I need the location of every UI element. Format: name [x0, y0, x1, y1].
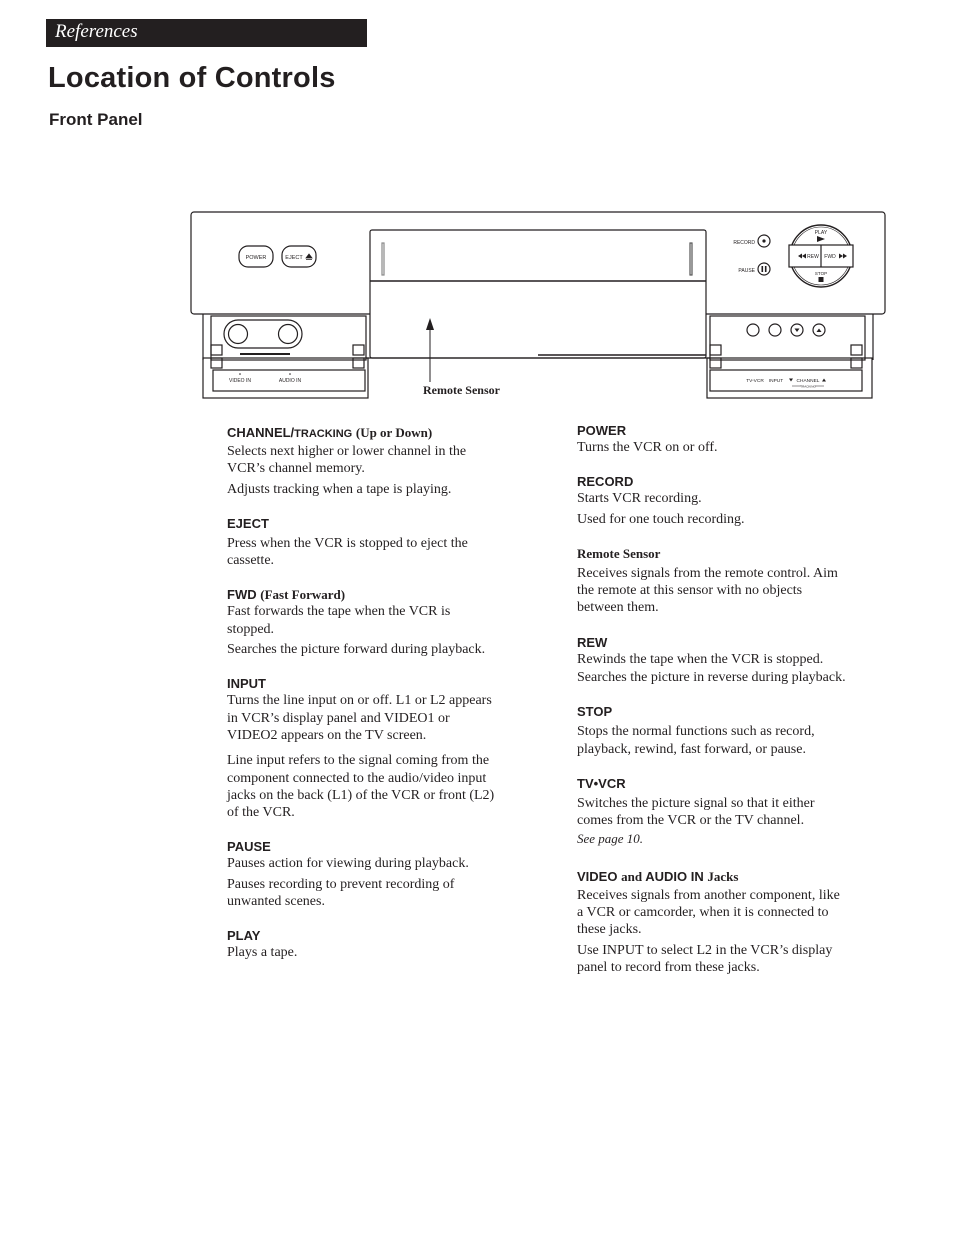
entry-text: Plays a tape. [227, 945, 298, 961]
entry-text: Rewinds the tape when the VCR is stopped… [577, 651, 824, 667]
entry-text: Adjusts tracking when a tape is playing. [227, 481, 452, 497]
entry-text: Use INPUT to select L2 in the VCR’s disp… [577, 942, 833, 976]
left-hinge-a [210, 344, 223, 356]
entry-text: Pauses action for viewing during playbac… [227, 856, 469, 872]
record-button-label: RECORD [733, 240, 755, 246]
entry-text: Switches the picture signal so that it e… [577, 795, 815, 846]
entry-heading: INPUT [227, 676, 266, 692]
entry-heading: Remote Sensor [577, 545, 661, 561]
channel-up-button[interactable] [812, 323, 826, 337]
right-jack-label-panel [709, 369, 863, 392]
entry-heading: EJECT [227, 515, 269, 531]
channel-down-button[interactable] [790, 323, 804, 337]
entry-remote-sensor: Remote Sensor Receives signals from the … [577, 545, 847, 617]
entry-text: Pauses recording to prevent recording of… [227, 876, 455, 910]
remote-sensor-callout: Remote Sensor [423, 383, 500, 397]
entry-play: PLAY Plays a tape. [227, 927, 497, 961]
channel-down-arrow-icon [789, 378, 793, 382]
left-hinge-b [352, 344, 365, 356]
entry-video-audio-in: VIDEO and AUDIO IN Jacks Receives signal… [577, 868, 847, 976]
cassette-door [369, 229, 707, 359]
entry-text: Turns the VCR on or off. [577, 440, 718, 455]
entry-input: INPUT Turns the line input on or off. L1… [227, 675, 497, 821]
record-dot-icon [762, 239, 766, 243]
section-banner: References [46, 19, 367, 47]
entry-pause: PAUSE Pauses action for viewing during p… [227, 838, 497, 910]
entry-text: Receives signals from the remote control… [577, 565, 838, 616]
entry-heading: REW [577, 634, 608, 650]
entry-text: Turns the line input on or off. L1 or L2… [227, 693, 492, 743]
entry-record: RECORD Starts VCR recording. Used for on… [577, 473, 847, 528]
rew-button-label: REW [807, 254, 819, 260]
entry-text: Press when the VCR is stopped to eject t… [227, 535, 468, 569]
right-compartment [709, 315, 866, 361]
entry-heading: VIDEO and AUDIO IN Jacks [577, 868, 739, 884]
entry-heading: PLAY [227, 928, 261, 944]
eject-button-label: EJECT [285, 255, 303, 261]
entry-text: Starts VCR recording. [577, 491, 702, 507]
video-in-label: VIDEO IN [229, 378, 251, 384]
entry-heading: RECORD [577, 474, 634, 490]
entry-fwd: FWD (Fast Forward) Fast forwards the tap… [227, 586, 497, 658]
entry-text: Line input refers to the signal coming f… [227, 753, 495, 821]
tv-vcr-label: TV-VCR [746, 378, 764, 384]
entry-text: Stops the normal functions such as recor… [577, 724, 815, 757]
entry-text: Selects next higher or lower channel in … [227, 444, 467, 477]
eject-button[interactable]: EJECT [281, 245, 317, 268]
section-label: References [55, 21, 138, 42]
entry-text: Receives signals from another component,… [577, 887, 840, 938]
entry-eject: EJECT Press when the VCR is stopped to e… [227, 515, 497, 570]
video-in-jack [227, 323, 249, 345]
right-jack-flap [706, 357, 873, 399]
tracking-label: TRACKING [800, 385, 816, 389]
entry-text: Fast forwards the tape when the VCR is s… [227, 604, 451, 637]
right-hinge-b [850, 344, 863, 356]
play-button-label: PLAY [815, 230, 828, 236]
entry-heading: TV•VCR [577, 775, 626, 791]
channel-label: CHANNEL [797, 378, 820, 384]
tv-vcr-button[interactable] [746, 323, 760, 337]
entry-heading: PAUSE [227, 839, 271, 855]
entry-channel-tracking: CHANNEL/TRACKING (Up or Down) Selects ne… [227, 424, 497, 498]
pause-button-label: PAUSE [738, 268, 755, 274]
page-reference: See page 10. [577, 830, 644, 846]
entry-rew: REW Rewinds the tape when the VCR is sto… [577, 634, 847, 687]
input-label: INPUT [769, 378, 783, 384]
left-column: CHANNEL/TRACKING (Up or Down) Selects ne… [227, 424, 497, 979]
right-hinge-a [709, 344, 722, 356]
jack-housing [223, 319, 303, 349]
entry-heading: CHANNEL/TRACKING (Up or Down) [227, 425, 433, 440]
audio-in-jack [277, 323, 299, 345]
channel-up-arrow-icon [822, 378, 826, 382]
transport-dial: PLAY REW FWD STOP [788, 224, 854, 288]
fwd-button-label: FWD [824, 254, 836, 260]
entry-power: POWER Turns the VCR on or off. [577, 422, 847, 456]
vcr-front-panel-diagram: POWER EJECT RECORD PAUSE PLAY REW FWD ST… [190, 211, 886, 399]
entry-heading: POWER [577, 423, 627, 438]
entry-text: Searches the picture forward during play… [227, 642, 486, 658]
entry-text: Searches the picture in reverse during p… [577, 670, 846, 686]
entry-heading: STOP [577, 704, 613, 720]
power-button-label: POWER [246, 255, 267, 261]
right-column: POWER Turns the VCR on or off. RECORD St… [577, 422, 847, 993]
stop-icon [818, 277, 824, 282]
power-button[interactable]: POWER [238, 245, 274, 268]
input-button[interactable] [768, 323, 782, 337]
entry-text: Used for one touch recording. [577, 511, 745, 527]
stop-button-label: STOP [815, 271, 827, 276]
entry-heading: FWD (Fast Forward) [227, 587, 346, 603]
audio-in-label: AUDIO IN [279, 378, 302, 384]
page-subtitle: Front Panel [49, 110, 143, 129]
page-title: Location of Controls [48, 62, 336, 94]
entry-stop: STOP Stops the normal functions such as … [577, 703, 847, 758]
entry-tv-vcr: TV•VCR Switches the picture signal so th… [577, 775, 847, 848]
